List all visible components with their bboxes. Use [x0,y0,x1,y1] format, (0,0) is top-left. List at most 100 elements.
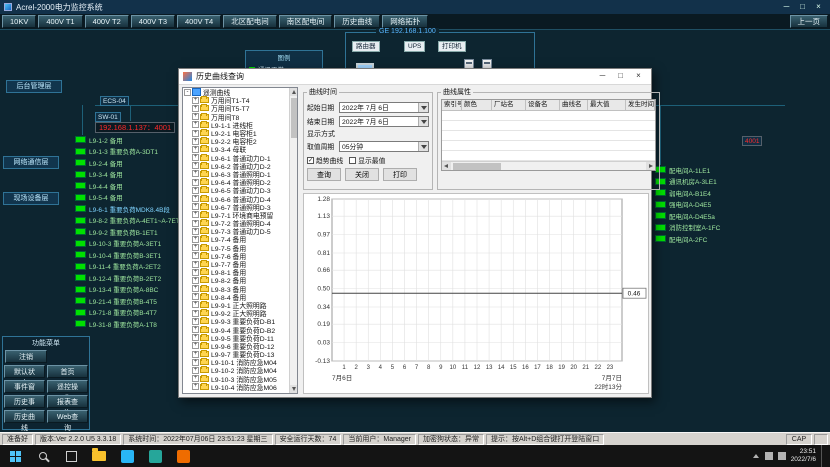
scroll-left-icon[interactable] [442,162,451,171]
device-status-row[interactable]: L9-1-3 重要负荷A-3DT1 [75,148,183,156]
device-status-row[interactable]: L9-21-4 重要负荷B-4T5 [75,297,183,305]
screen-tab[interactable]: 10KV [2,15,36,28]
attr-horizontal-scrollbar[interactable] [442,161,655,171]
tree-item[interactable]: L9-6-4 普通照明D-2 [183,178,297,186]
tree-item[interactable]: L9-7-3 普通动力D-5 [183,227,297,235]
expand-icon[interactable] [192,154,199,161]
device-status-row[interactable]: L9-31-8 重要负荷A-1T8 [75,320,183,328]
minimize-button[interactable]: ─ [779,2,794,13]
tree-item[interactable]: L9-10-1 消防应急M04 [183,358,297,366]
screen-tab[interactable]: 400V T3 [131,15,175,28]
tree-item[interactable]: L9-6-2 普通动力D-2 [183,162,297,170]
tree-item[interactable]: L9-7-6 备用 [183,252,297,260]
file-explorer-button[interactable] [86,445,112,467]
tree-item[interactable]: L9-2-2 电容柜2 [183,137,297,145]
expand-icon[interactable] [192,121,199,128]
tree-item[interactable]: L9-9-2 正大照明路 [183,309,297,317]
expand-icon[interactable] [192,293,199,300]
dropdown-arrow-icon[interactable] [418,142,428,151]
dropdown-arrow-icon[interactable] [418,117,428,126]
screen-tab[interactable]: 400V T2 [85,15,129,28]
expand-icon[interactable] [192,310,199,317]
tree-item[interactable]: L9-10-3 消防应急M05 [183,375,297,383]
dropdown-arrow-icon[interactable] [418,103,428,112]
tree-item[interactable]: L9-6-3 普通照明D-1 [183,170,297,178]
expand-icon[interactable] [192,130,199,137]
tree-item[interactable]: L9-7-1 环境商电预留 [183,211,297,219]
expand-icon[interactable] [192,211,199,218]
expand-icon[interactable] [192,367,199,374]
maximize-button[interactable]: □ [795,2,810,13]
expand-icon[interactable] [192,261,199,268]
expand-icon[interactable] [192,252,199,259]
expand-icon[interactable] [192,162,199,169]
expand-icon[interactable] [192,342,199,349]
device-status-row[interactable]: L9-1-2 备用 [75,136,183,144]
tree-item[interactable]: L9-9-7 重要负荷D-13 [183,350,297,358]
tree-item[interactable]: 万用间T8 [183,113,297,121]
expand-icon[interactable] [192,179,199,186]
device-status-row[interactable]: L9-9-2 重要负荷B-1ET1 [75,228,183,236]
expand-icon[interactable] [192,244,199,251]
tree-item[interactable]: L9-9-1 正大照明路 [183,301,297,309]
tray-expand-icon[interactable] [752,452,760,460]
tree-item[interactable]: L9-8-4 备用 [183,293,297,301]
start-date-input[interactable]: 2022年 7月 6日 [339,102,429,113]
tree-vertical-scrollbar[interactable] [289,88,297,393]
tree-item[interactable]: L9-8-1 备用 [183,268,297,276]
expand-icon[interactable] [192,170,199,177]
expand-icon[interactable] [192,359,199,366]
screen-tab[interactable]: 南区配电间 [279,15,333,28]
tree-item[interactable]: 万用间T1-T4 [183,96,297,104]
expand-icon[interactable] [192,97,199,104]
device-status-row[interactable]: L9-6-1 重要负荷MDK8.4B段 [75,205,183,213]
start-button[interactable] [2,445,28,467]
expand-icon[interactable] [192,334,199,341]
tree-item[interactable]: L9-1-1 进线柜 [183,121,297,129]
function-menu-button[interactable]: 默认状态 [4,365,45,378]
tree-root[interactable]: 遥测曲线 [183,88,297,96]
logout-button[interactable]: 注销 [5,350,47,363]
function-menu-button[interactable]: 事件窗口 [4,380,45,393]
scrollbar-thumb[interactable] [453,163,501,170]
tree-item[interactable]: L9-10-2 消防应急M04 [183,366,297,374]
attr-table-body[interactable] [442,111,655,161]
tree-item[interactable]: L9-8-3 备用 [183,285,297,293]
tree-item[interactable]: L9-7-5 备用 [183,244,297,252]
volume-tray-icon[interactable] [778,452,786,460]
device-status-row[interactable]: L9-13-4 重要负荷A-8BC [75,286,183,294]
expand-icon[interactable] [192,318,199,325]
expand-icon[interactable] [192,220,199,227]
function-menu-button[interactable]: 历史曲线 [4,410,45,423]
tree-item[interactable]: L9-10-4 消防应急M06 [183,383,297,391]
show-max-checkbox[interactable] [349,157,356,164]
taskbar-search-button[interactable] [30,445,56,467]
function-menu-button[interactable]: 报表查询 [47,395,88,408]
expand-icon[interactable] [192,236,199,243]
expand-icon[interactable] [192,113,199,120]
dialog-maximize-button[interactable]: □ [612,70,629,83]
tree-item[interactable]: L9-9-5 重要负荷D-11 [183,334,297,342]
dialog-action-button[interactable]: 查询 [307,168,341,181]
collapse-icon[interactable] [184,89,191,96]
device-status-row[interactable]: L9-71-8 重要负荷B-4T7 [75,309,183,317]
device-status-row[interactable]: L9-12-4 重要负荷B-2ET2 [75,274,183,282]
dialog-close-button[interactable]: × [630,70,647,83]
expand-icon[interactable] [192,187,199,194]
device-status-row[interactable]: 配电间A-2FC [655,235,720,243]
close-button[interactable]: × [811,2,826,13]
period-select[interactable]: 05分钟 [339,141,429,152]
tree-item[interactable]: L9-9-6 重要负荷D-12 [183,342,297,350]
tree-item[interactable]: L9-6-1 普通动力D-1 [183,154,297,162]
dialog-minimize-button[interactable]: ─ [594,70,611,83]
device-status-row[interactable]: L9-11-4 重要负荷A-2ET2 [75,263,183,271]
device-status-row[interactable]: L9-10-3 重要负荷A-3ET1 [75,240,183,248]
expand-icon[interactable] [192,146,199,153]
device-status-row[interactable]: 配电间A-D4E5a [655,212,720,220]
screen-tab[interactable]: 400V T1 [38,15,82,28]
screen-tab[interactable]: 400V T4 [177,15,221,28]
scroll-down-icon[interactable] [290,385,298,393]
expand-icon[interactable] [192,203,199,210]
expand-icon[interactable] [192,375,199,382]
end-date-input[interactable]: 2022年 7月 6日 [339,116,429,127]
